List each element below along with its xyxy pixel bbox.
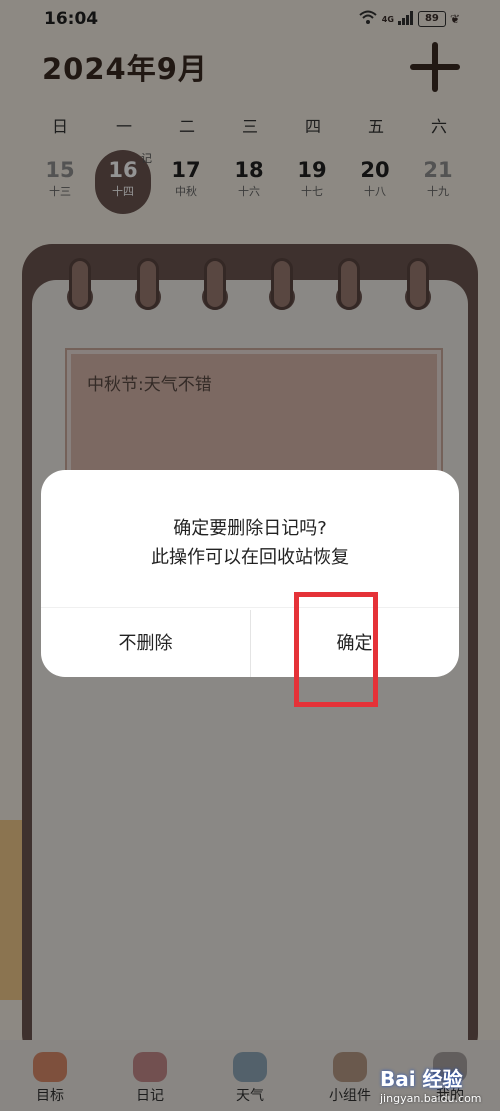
dialog-title: 确定要删除日记吗? [173,518,327,539]
cancel-button[interactable]: 不删除 [41,607,250,677]
watermark-logo: Bai 经验 [380,1067,463,1091]
dialog-subtitle: 此操作可以在回收站恢复 [151,547,349,568]
dialog-message: 确定要删除日记吗? 此操作可以在回收站恢复 [41,514,459,572]
watermark-url: jingyan.baidu.com [380,1092,482,1105]
baidu-watermark: Bai 经验 jingyan.baidu.com [380,1063,496,1105]
delete-confirm-dialog: 确定要删除日记吗? 此操作可以在回收站恢复 不删除 确定 [41,470,459,677]
highlight-box [294,592,378,707]
